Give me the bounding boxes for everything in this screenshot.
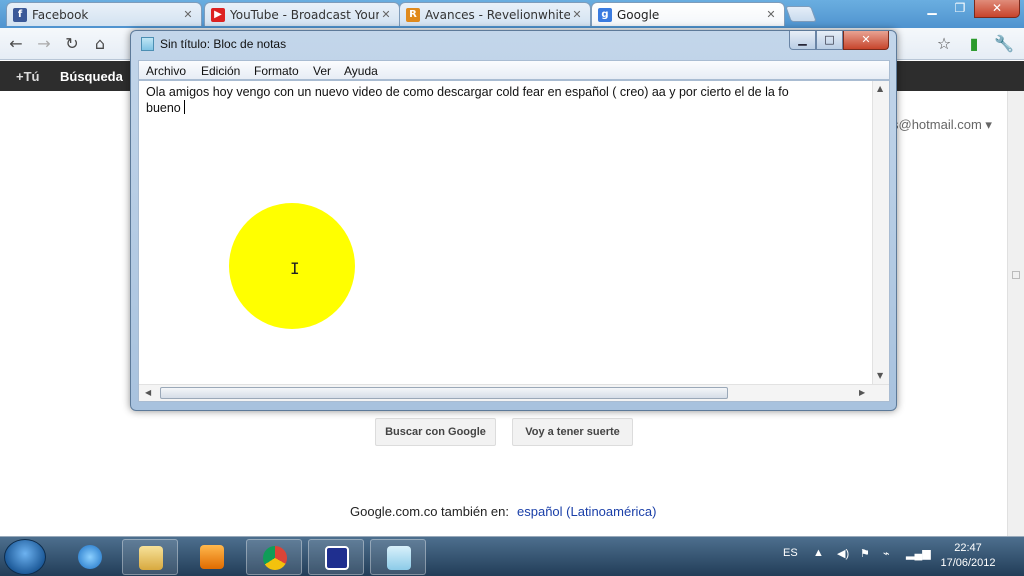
notepad-window[interactable]: Sin título: Bloc de notas ▁ □ ✕ Archivo … [130,30,897,411]
taskbar-notepad[interactable] [370,539,426,575]
tab-label: Google [617,7,660,22]
new-tab-button[interactable] [785,6,817,22]
menu-edicion[interactable]: Edición [201,64,240,78]
tab-youtube[interactable]: ▶ YouTube - Broadcast Yours ✕ [204,2,400,26]
tab-label: YouTube - Broadcast Yours [230,7,379,22]
vertical-scrollbar[interactable]: ▲ ▼ [872,81,889,385]
action-center-flag-icon[interactable]: ⚑ [860,547,870,560]
menu-formato[interactable]: Formato [254,64,299,78]
tab-label: Facebook [32,7,89,22]
tab-google[interactable]: g Google ✕ [591,2,785,26]
tab-avances[interactable]: R Avances - Revelionwhite.jin ✕ [399,2,591,26]
text-line-2: bueno [146,101,181,115]
text-caret [183,100,185,114]
close-icon[interactable]: ✕ [570,8,584,21]
tab-label: Avances - Revelionwhite.jin [425,7,570,22]
capture-app-icon [325,546,349,570]
close-icon[interactable]: ✕ [764,8,778,21]
close-icon[interactable]: ✕ [181,8,195,21]
account-email[interactable]: s@hotmail.com ▾ [892,117,992,133]
menu-archivo[interactable]: Archivo [146,64,186,78]
horizontal-scroll-thumb[interactable] [160,387,728,399]
volume-icon[interactable]: ◀) [837,547,849,560]
close-icon[interactable]: ✕ [379,8,393,21]
menu-ver[interactable]: Ver [313,64,331,78]
notepad-title: Sin título: Bloc de notas [160,37,287,51]
feeling-lucky-button[interactable]: Voy a tener suerte [512,418,633,446]
youtube-icon: ▶ [211,7,225,22]
taskbar-chrome[interactable] [246,539,302,575]
folder-icon [139,546,163,570]
notepad-icon [141,37,154,51]
scroll-down-icon[interactable]: ▼ [877,371,883,380]
system-clock[interactable]: 22:47 17/06/2012 [930,541,1006,571]
tab-facebook[interactable]: f Facebook ✕ [6,2,202,26]
text-cursor-icon: I [290,259,300,278]
page-scrollbar[interactable] [1007,91,1024,536]
taskbar-media-player[interactable] [184,539,240,575]
start-button[interactable] [4,539,46,575]
horizontal-scrollbar[interactable]: ◀ ▶ [139,384,889,401]
blog-icon: R [406,7,420,22]
network-icon[interactable]: ▂▄▆ [906,547,931,560]
footer-language-link[interactable]: español (Latinoamérica) [517,504,656,519]
minimize-button[interactable]: ▁ [789,31,816,50]
clock-date: 17/06/2012 [940,557,996,569]
signal-extension-icon[interactable]: ▮ [964,34,984,54]
footer-language-text: Google.com.co también en: [350,504,509,519]
scroll-up-icon[interactable]: ▲ [877,84,883,93]
taskbar-explorer[interactable] [122,539,178,575]
maximize-button[interactable]: □ [816,31,843,50]
bookmark-star-icon[interactable]: ☆ [934,34,954,54]
close-window-button[interactable]: ✕ [974,0,1020,18]
gbar-search[interactable]: Búsqueda [60,69,123,84]
power-icon[interactable]: ⌁ [883,547,890,560]
google-icon: g [598,7,612,22]
show-hidden-icons[interactable]: ▲ [813,547,824,559]
wrench-icon[interactable]: 🔧 [994,34,1014,54]
close-button[interactable]: ✕ [843,31,889,50]
notepad-menubar: Archivo Edición Formato Ver Ayuda [138,60,890,80]
media-player-icon [200,545,224,569]
taskbar-internet-explorer[interactable] [62,539,118,575]
facebook-icon: f [13,7,27,22]
text-line-1: Ola amigos hoy vengo con un nuevo video … [146,85,789,99]
scroll-left-icon[interactable]: ◀ [145,388,151,397]
internet-explorer-icon [78,545,102,569]
home-icon[interactable]: ⌂ [90,34,110,54]
notepad-icon [387,546,411,570]
reload-icon[interactable]: ↻ [62,34,82,54]
browser-tabstrip: f Facebook ✕ ▶ YouTube - Broadcast Yours… [0,0,1024,28]
scroll-right-icon[interactable]: ▶ [859,388,865,397]
google-search-button[interactable]: Buscar con Google [375,418,496,446]
menu-ayuda[interactable]: Ayuda [344,64,378,78]
chrome-icon [263,546,287,570]
restore-icon[interactable]: ❐ [946,0,974,18]
windows-taskbar: ES ▲ ◀) ⚑ ⌁ ▂▄▆ 22:47 17/06/2012 [0,536,1024,576]
taskbar-capture-app[interactable] [308,539,364,575]
back-icon[interactable]: ← [6,34,26,54]
forward-icon[interactable]: → [34,34,54,54]
gbar-plus-you[interactable]: +Tú [16,69,39,84]
scroll-thumb[interactable] [1012,271,1020,279]
language-indicator[interactable]: ES [783,547,798,559]
notepad-content: Ola amigos hoy vengo con un nuevo video … [146,84,872,116]
minimize-icon[interactable]: ▁ [918,0,946,18]
clock-time: 22:47 [954,542,982,554]
